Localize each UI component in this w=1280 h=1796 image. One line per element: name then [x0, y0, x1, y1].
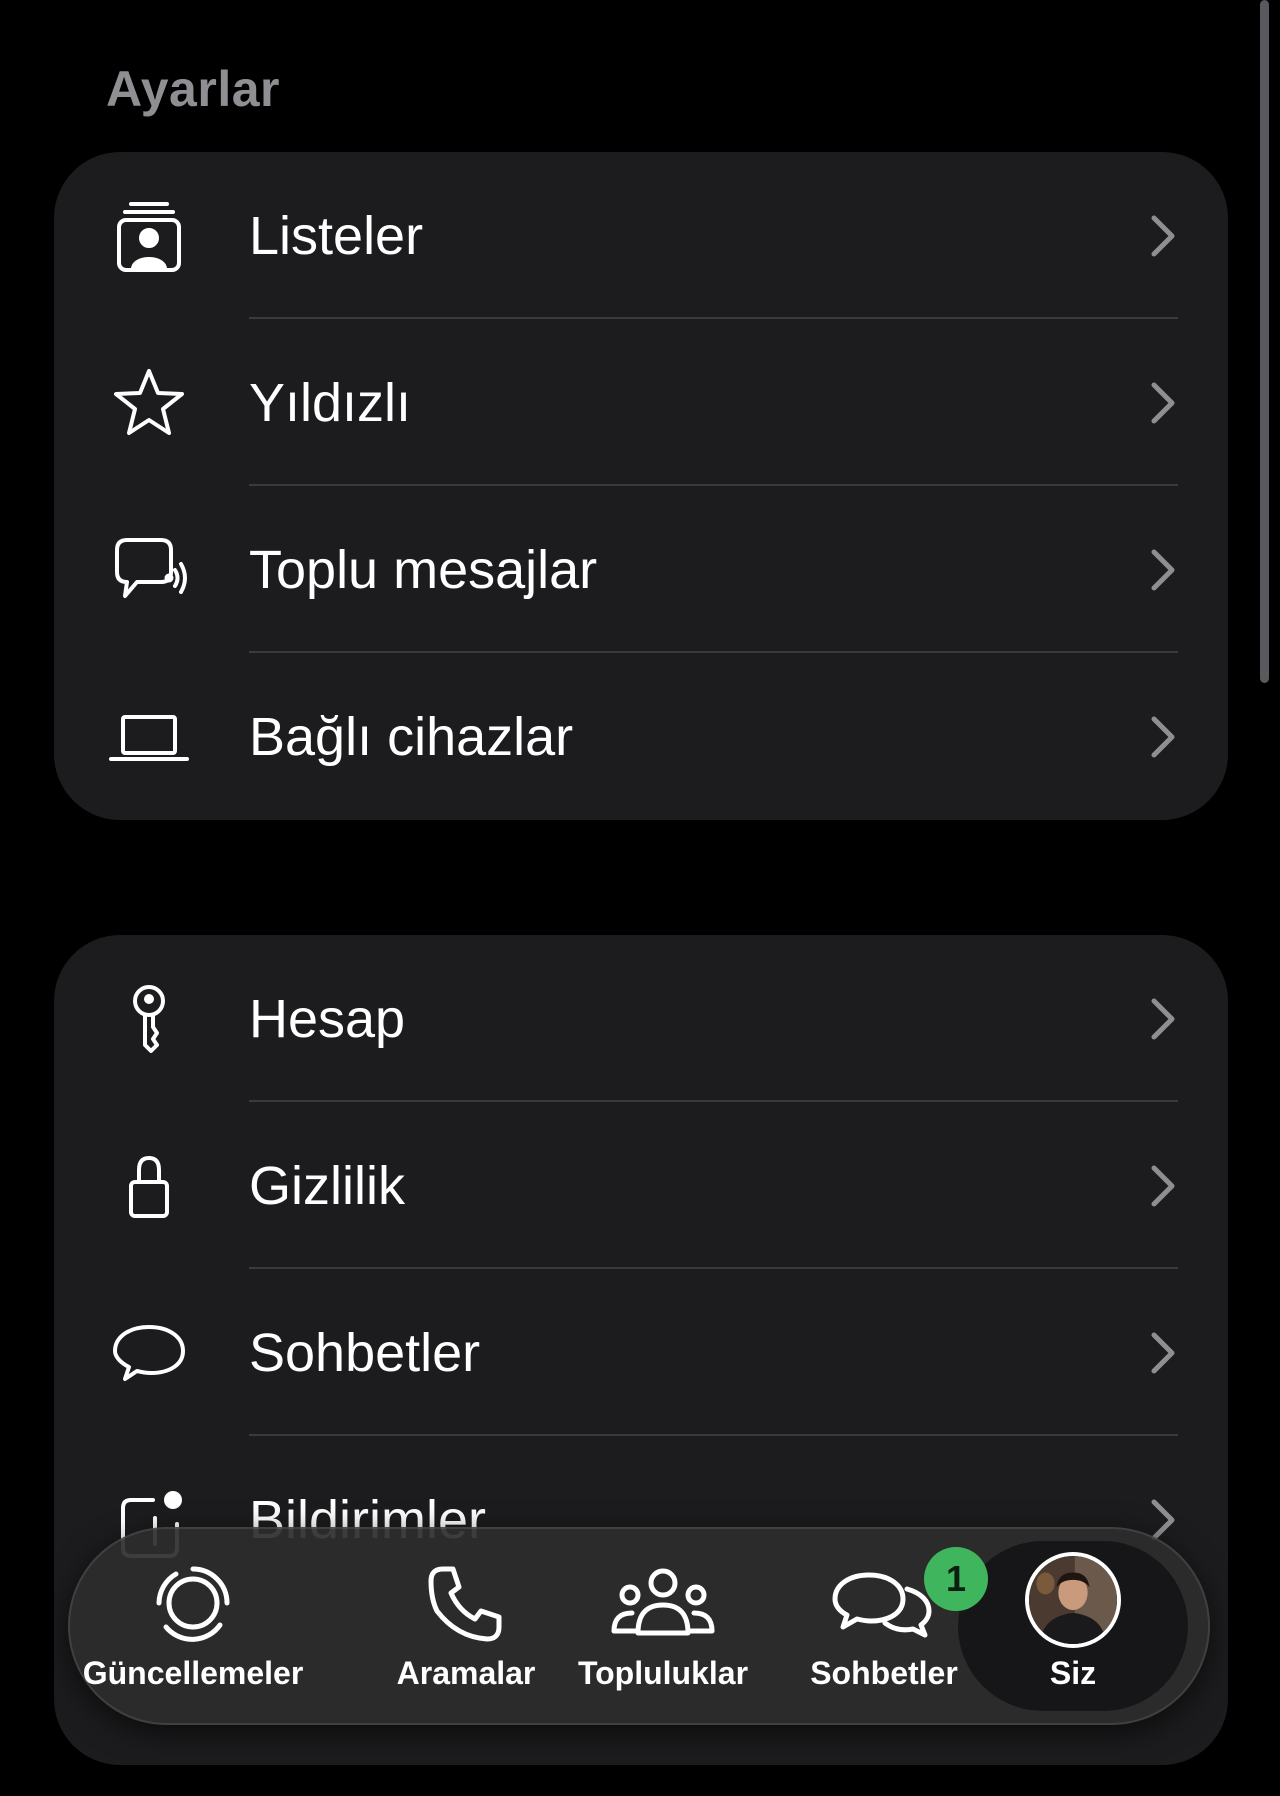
settings-item-privacy[interactable]: Gizlilik — [54, 1102, 1228, 1269]
settings-group-primary: Listeler Yıldızlı Toplu mesajlar Bağlı c… — [54, 152, 1228, 820]
settings-item-starred[interactable]: Yıldızlı — [54, 319, 1228, 486]
tab-label: Siz — [1049, 1655, 1097, 1691]
settings-screen: Ayarlar Listeler Yıldızlı Toplu mesajlar… — [0, 0, 1280, 1796]
profile-avatar-icon — [1018, 1552, 1128, 1648]
updates-icon — [138, 1561, 248, 1647]
settings-item-label: Listeler — [249, 205, 424, 266]
key-icon — [104, 974, 194, 1064]
lists-icon — [104, 191, 194, 281]
avatar — [1025, 1552, 1121, 1648]
chevron-right-icon — [1148, 546, 1178, 594]
broadcast-icon — [104, 525, 194, 615]
communities-icon — [608, 1561, 718, 1647]
settings-item-lists[interactable]: Listeler — [54, 152, 1228, 319]
chevron-right-icon — [1148, 379, 1178, 427]
chats-icon — [829, 1561, 939, 1647]
chevron-right-icon — [1148, 212, 1178, 260]
settings-item-broadcast[interactable]: Toplu mesajlar — [54, 486, 1228, 653]
chevron-right-icon — [1148, 713, 1178, 761]
page-title: Ayarlar — [106, 61, 280, 117]
tab-label: Güncellemeler — [82, 1655, 304, 1691]
tab-label: Topluluklar — [577, 1655, 749, 1691]
bottom-tab-bar: Güncellemeler Aramalar Topluluklar Sohbe… — [68, 1527, 1210, 1725]
tab-label: Aramalar — [396, 1655, 536, 1691]
settings-item-chats[interactable]: Sohbetler — [54, 1269, 1228, 1436]
settings-item-label: Yıldızlı — [249, 372, 412, 433]
tab-updates[interactable]: Güncellemeler — [83, 1527, 303, 1725]
settings-item-linked-devices[interactable]: Bağlı cihazlar — [54, 653, 1228, 820]
laptop-icon — [104, 692, 194, 782]
tab-you[interactable]: Siz — [958, 1541, 1188, 1711]
lock-icon — [104, 1141, 194, 1231]
phone-icon — [411, 1561, 521, 1647]
unread-badge: 1 — [924, 1547, 988, 1611]
chat-bubble-icon — [104, 1308, 194, 1398]
chevron-right-icon — [1148, 1162, 1178, 1210]
tab-label: Sohbetler — [810, 1655, 958, 1691]
tab-calls[interactable]: Aramalar — [386, 1527, 546, 1725]
settings-item-label: Hesap — [249, 988, 406, 1049]
chevron-right-icon — [1148, 1329, 1178, 1377]
chevron-right-icon — [1148, 995, 1178, 1043]
settings-item-label: Gizlilik — [249, 1155, 405, 1216]
settings-item-label: Bağlı cihazlar — [249, 706, 574, 767]
tab-communities[interactable]: Topluluklar — [558, 1527, 768, 1725]
star-icon — [104, 358, 194, 448]
settings-item-account[interactable]: Hesap — [54, 935, 1228, 1102]
settings-item-label: Sohbetler — [249, 1322, 481, 1383]
settings-item-label: Toplu mesajlar — [249, 539, 598, 600]
scrollbar[interactable] — [1260, 0, 1269, 683]
